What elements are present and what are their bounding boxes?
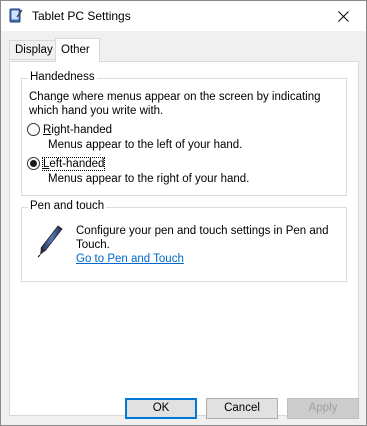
right-handed-label: ight-handed — [51, 123, 113, 136]
go-to-pen-and-touch-link[interactable]: Go to Pen and Touch — [76, 253, 184, 265]
pen-and-touch-group: Pen and touch Configure your pen and tou… — [21, 200, 347, 282]
cancel-button[interactable]: Cancel — [206, 398, 278, 419]
handedness-group: Handedness Change where menus appear on … — [21, 71, 347, 196]
right-handed-radio[interactable]: Right-handed — [27, 123, 112, 136]
dialog-client-area: Display Other Handedness Change where me… — [1, 31, 366, 425]
tablet-pc-icon — [9, 8, 23, 23]
apply-button[interactable]: Apply — [287, 398, 359, 419]
tablet-pc-settings-window: Tablet PC Settings Display Other Handedn… — [0, 0, 367, 426]
pen-and-touch-group-title: Pen and touch — [28, 200, 107, 212]
tab-other[interactable]: Other — [55, 38, 100, 62]
left-handed-hint: Menus appear to the right of your hand. — [48, 173, 250, 185]
right-handed-hint: Menus appear to the left of your hand. — [48, 139, 243, 151]
radio-button-unchecked[interactable] — [27, 123, 40, 136]
close-icon — [337, 10, 349, 22]
handedness-group-title: Handedness — [28, 71, 97, 83]
title-bar[interactable]: Tablet PC Settings — [1, 1, 366, 31]
radio-button-checked[interactable] — [27, 157, 40, 170]
ok-button[interactable]: OK — [125, 398, 197, 419]
window-title: Tablet PC Settings — [32, 9, 131, 23]
left-handed-radio[interactable]: Left-handed — [27, 156, 106, 171]
close-button[interactable] — [320, 1, 366, 31]
tab-display[interactable]: Display — [9, 40, 55, 60]
left-handed-label: eft-handed — [49, 157, 105, 170]
pen-and-touch-description: Configure your pen and touch settings in… — [76, 225, 329, 251]
pen-icon — [37, 225, 63, 258]
handedness-description: Change where menus appear on the screen … — [29, 91, 321, 117]
tab-panel-other: Handedness Change where menus appear on … — [9, 61, 359, 416]
